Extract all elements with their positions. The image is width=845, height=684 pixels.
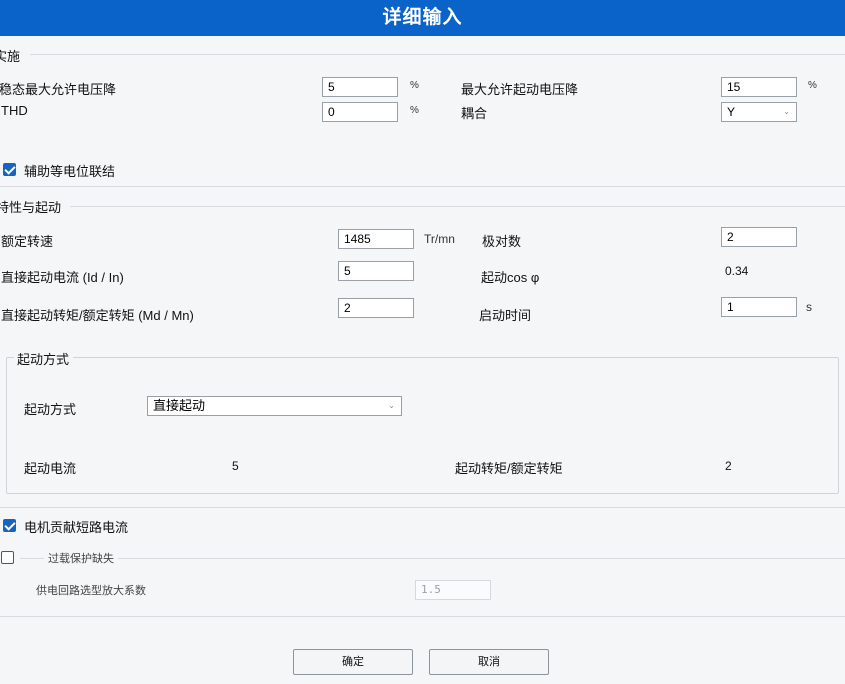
section-divider (20, 558, 845, 559)
start-torque-value: 2 (725, 459, 732, 473)
section-divider (70, 206, 845, 207)
start-time-unit: s (806, 300, 812, 314)
section-install-label: 实施 (0, 46, 25, 65)
max-start-drop-input[interactable]: 15 (721, 77, 797, 97)
start-method-group (6, 357, 839, 494)
overload-label: 过载保护缺失 (44, 550, 118, 566)
thd-label: THD (1, 103, 28, 118)
section-divider (0, 507, 845, 508)
coupling-label: 耦合 (461, 106, 488, 121)
motor-short-circuit-checkbox[interactable] (3, 519, 16, 532)
coupling-select-value: Y (727, 105, 736, 119)
motor-short-circuit-label: 电机贡献短路电流 (24, 520, 129, 535)
rated-speed-label: 额定转速 (1, 234, 54, 249)
chevron-down-icon: ⌄ (388, 401, 395, 410)
ok-button[interactable]: 确定 (293, 649, 413, 675)
start-cos-value: 0.34 (725, 264, 749, 278)
overload-factor-input[interactable]: 1.5 (415, 580, 491, 600)
aux-bonding-checkbox[interactable] (3, 163, 16, 176)
rated-speed-input[interactable]: 1485 (338, 229, 414, 249)
cancel-button[interactable]: 取消 (429, 649, 549, 675)
dialog-title: 详细输入 (0, 0, 845, 36)
aux-bonding-label: 辅助等电位联结 (24, 164, 116, 179)
section-characteristics-label: 特性与起动 (0, 197, 66, 216)
pole-pairs-label: 极对数 (482, 234, 522, 249)
start-cos-label: 起动cos φ (481, 270, 540, 285)
start-torque-label: 起动转矩/额定转矩 (455, 461, 563, 476)
section-divider (0, 616, 845, 617)
start-method-label: 起动方式 (24, 402, 77, 417)
overload-checkbox[interactable] (1, 551, 14, 564)
coupling-select[interactable]: Y ⌄ (721, 102, 797, 122)
section-divider (30, 54, 845, 55)
start-time-input[interactable]: 1 (721, 297, 797, 317)
max-start-drop-unit: % (808, 80, 817, 91)
direct-torque-label: 直接起动转矩/额定转矩 (Md / Mn) (1, 308, 194, 323)
overload-factor-label: 供电回路选型放大系数 (36, 585, 146, 597)
start-time-label: 启动时间 (479, 308, 532, 323)
start-method-select-value: 直接起动 (153, 398, 206, 413)
direct-torque-input[interactable]: 2 (338, 298, 414, 318)
steady-drop-label: 稳态最大允许电压降 (0, 82, 117, 97)
pole-pairs-input[interactable]: 2 (721, 227, 797, 247)
start-method-select[interactable]: 直接起动 ⌄ (147, 396, 402, 416)
rated-speed-unit: Tr/mn (424, 232, 455, 246)
thd-unit: % (410, 105, 419, 116)
start-current-label: 起动电流 (24, 461, 77, 476)
steady-drop-input[interactable]: 5 (322, 77, 398, 97)
start-current-value: 5 (232, 459, 239, 473)
section-divider (0, 186, 845, 187)
max-start-drop-label: 最大允许起动电压降 (461, 82, 579, 97)
start-method-group-label: 起动方式 (14, 349, 74, 368)
thd-input[interactable]: 0 (322, 102, 398, 122)
steady-drop-unit: % (410, 80, 419, 91)
chevron-down-icon: ⌄ (783, 107, 790, 116)
direct-current-input[interactable]: 5 (338, 261, 414, 281)
direct-current-label: 直接起动电流 (Id / In) (1, 270, 124, 285)
